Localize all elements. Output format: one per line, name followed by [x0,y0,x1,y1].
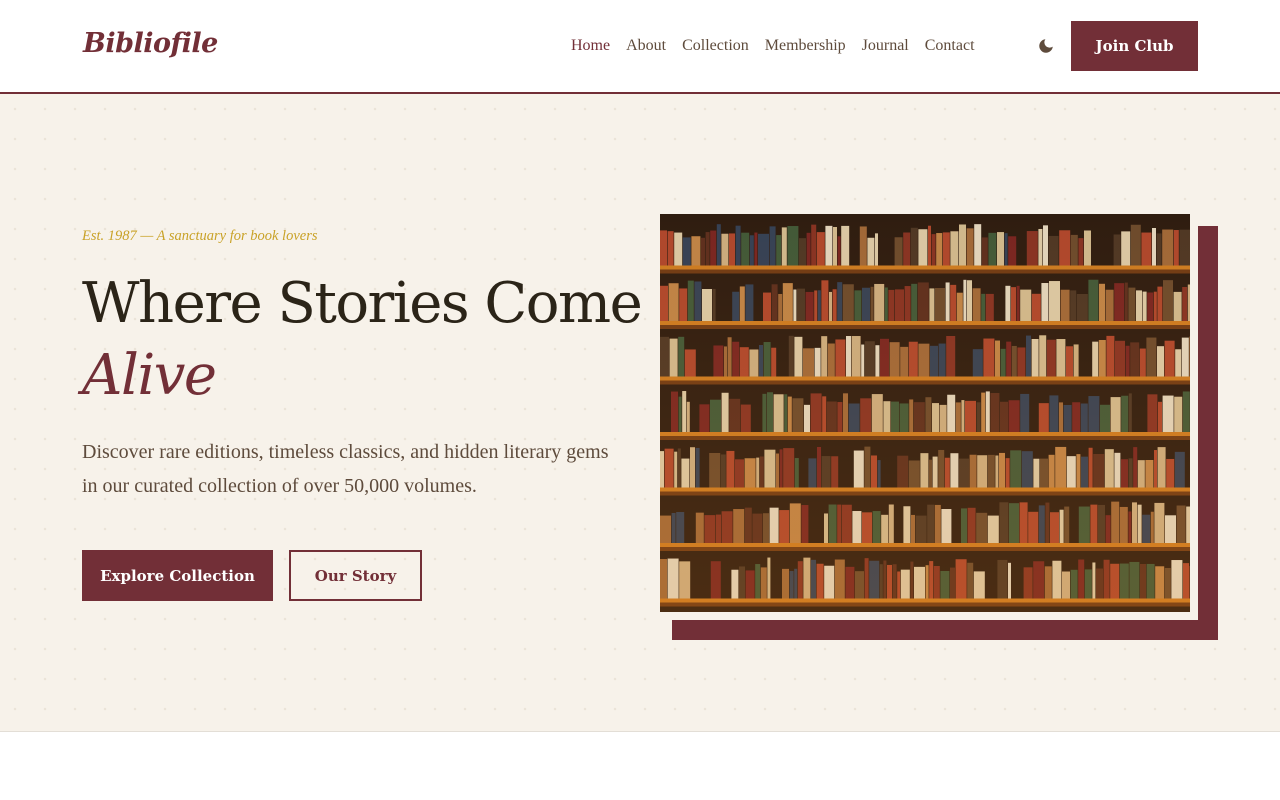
nav-link-contact[interactable]: Contact [925,37,975,55]
bookshelf-illustration [660,214,1190,612]
hero-tagline: Est. 1987 — A sanctuary for book lovers [82,228,318,244]
main-nav: Home About Collection Membership Journal… [571,37,975,55]
moon-icon [1039,39,1053,53]
hero-section: Est. 1987 — A sanctuary for book lovers … [0,94,1280,732]
hero-headline-main: Where Stories Come [82,271,643,336]
hero-headline-accent: Alive [82,343,217,408]
hero-description: Discover rare editions, timeless classic… [82,441,609,497]
nav-link-journal[interactable]: Journal [862,37,909,55]
nav-link-about[interactable]: About [626,37,666,55]
nav-link-home[interactable]: Home [571,37,610,55]
our-story-button[interactable]: Our Story [289,550,422,601]
join-club-button[interactable]: Join Club [1071,21,1198,71]
nav-link-membership[interactable]: Membership [765,37,846,55]
theme-toggle-button[interactable] [1036,36,1056,56]
hero-headline: Where Stories Come Alive [82,268,643,412]
hero-image [652,206,1198,620]
explore-collection-button[interactable]: Explore Collection [82,550,273,601]
brand-logo[interactable]: Bibliofile [83,28,218,59]
nav-link-collection[interactable]: Collection [682,37,749,55]
site-header: Bibliofile Home About Collection Members… [0,0,1280,94]
